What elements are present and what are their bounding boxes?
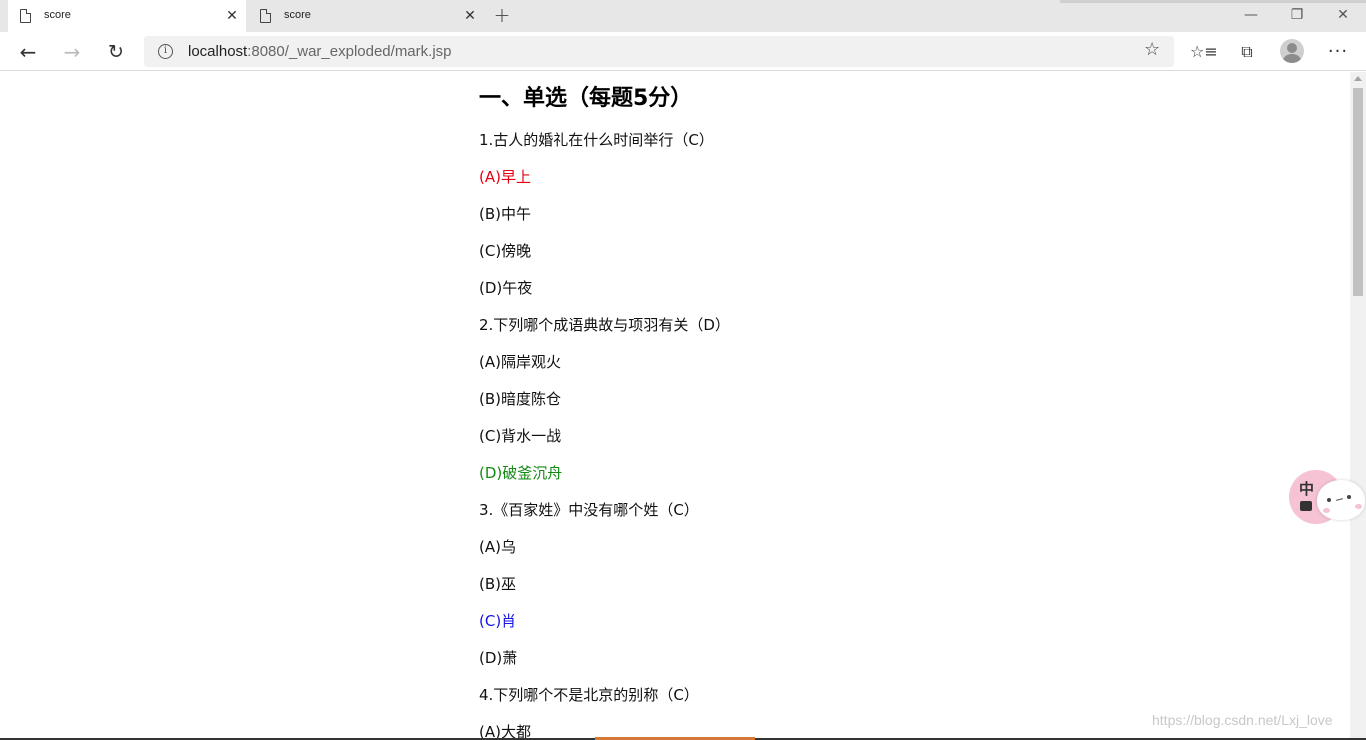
cat-blush bbox=[1323, 508, 1330, 513]
scroll-up-arrow-icon[interactable] bbox=[1354, 76, 1362, 81]
minimize-button[interactable]: — bbox=[1228, 0, 1274, 30]
scroll-thumb[interactable] bbox=[1353, 88, 1363, 296]
page-icon bbox=[20, 9, 31, 23]
new-tab-button[interactable]: + bbox=[492, 5, 512, 25]
option-line: (D)破釜沉舟 bbox=[479, 464, 563, 482]
cat-blush bbox=[1355, 504, 1362, 509]
question-stem: 2.下列哪个成语典故与项羽有关（D） bbox=[479, 316, 730, 334]
tab-title: score bbox=[284, 9, 311, 21]
back-button[interactable]: ← bbox=[14, 38, 42, 66]
watermark-text: https://blog.csdn.net/Lxj_love bbox=[1152, 712, 1333, 728]
url-host: localhost bbox=[188, 43, 248, 60]
collections-icon[interactable]: ⧉ bbox=[1234, 39, 1260, 65]
profile-avatar[interactable] bbox=[1280, 39, 1304, 63]
favorites-icon[interactable]: ☆≡ bbox=[1190, 39, 1218, 65]
option-line: (D)萧 bbox=[479, 649, 518, 667]
option-line: (B)巫 bbox=[479, 575, 516, 593]
option-line: (C)肖 bbox=[479, 612, 517, 630]
floating-ime-widget[interactable]: 中 bbox=[1289, 470, 1366, 526]
tab-close-icon[interactable]: ✕ bbox=[462, 8, 478, 24]
tab-close-icon[interactable]: ✕ bbox=[224, 8, 240, 24]
restore-button[interactable]: ❐ bbox=[1274, 0, 1320, 30]
tab-title: score bbox=[44, 9, 71, 21]
cat-mascot-icon bbox=[1317, 480, 1365, 520]
url-text[interactable]: localhost:8080/_war_exploded/mark.jsp bbox=[188, 43, 452, 60]
favorite-star-icon[interactable]: ☆ bbox=[1144, 39, 1160, 60]
option-line: (C)背水一战 bbox=[479, 427, 562, 445]
reload-button[interactable]: ↻ bbox=[102, 38, 130, 66]
option-line: (D)午夜 bbox=[479, 279, 533, 297]
question-stem: 4.下列哪个不是北京的别称（C） bbox=[479, 686, 699, 704]
option-line: (A)大都 bbox=[479, 723, 531, 738]
cat-eye bbox=[1327, 498, 1331, 502]
shirt-icon bbox=[1300, 501, 1312, 511]
quiz-content: 一、单选（每题5分） 1.古人的婚礼在什么时间举行（C） (A)早上 (B)中午… bbox=[479, 84, 1179, 738]
option-line: (C)傍晚 bbox=[479, 242, 532, 260]
question-stem: 1.古人的婚礼在什么时间举行（C） bbox=[479, 131, 714, 149]
vertical-scrollbar[interactable] bbox=[1350, 72, 1366, 738]
address-bar[interactable]: i localhost:8080/_war_exploded/mark.jsp … bbox=[144, 36, 1174, 67]
cat-mouth bbox=[1335, 498, 1344, 501]
page-icon bbox=[260, 9, 271, 23]
url-path: :8080/_war_exploded/mark.jsp bbox=[247, 43, 452, 60]
tab-score-inactive[interactable]: score ✕ bbox=[248, 0, 484, 32]
section-title: 一、单选（每题5分） bbox=[479, 86, 693, 111]
question-stem: 3.《百家姓》中没有哪个姓（C） bbox=[479, 501, 699, 519]
option-line: (A)早上 bbox=[479, 168, 531, 186]
more-menu-icon[interactable]: ··· bbox=[1325, 39, 1351, 65]
option-line: (A)隔岸观火 bbox=[479, 353, 561, 371]
option-line: (A)乌 bbox=[479, 538, 516, 556]
ime-mode-char: 中 bbox=[1299, 480, 1315, 498]
browser-toolbar: ← → ↻ i localhost:8080/_war_exploded/mar… bbox=[0, 32, 1366, 71]
tab-strip: score ✕ score ✕ + — ❐ ✕ bbox=[0, 0, 1366, 32]
option-line: (B)暗度陈仓 bbox=[479, 390, 561, 408]
window-close-button[interactable]: ✕ bbox=[1320, 0, 1366, 30]
site-info-icon[interactable]: i bbox=[158, 44, 173, 59]
forward-button[interactable]: → bbox=[58, 38, 86, 66]
option-line: (B)中午 bbox=[479, 205, 531, 223]
page-viewport: 一、单选（每题5分） 1.古人的婚礼在什么时间举行（C） (A)早上 (B)中午… bbox=[0, 72, 1350, 738]
tab-score-active[interactable]: score ✕ bbox=[8, 0, 246, 32]
cat-eye bbox=[1347, 495, 1351, 499]
